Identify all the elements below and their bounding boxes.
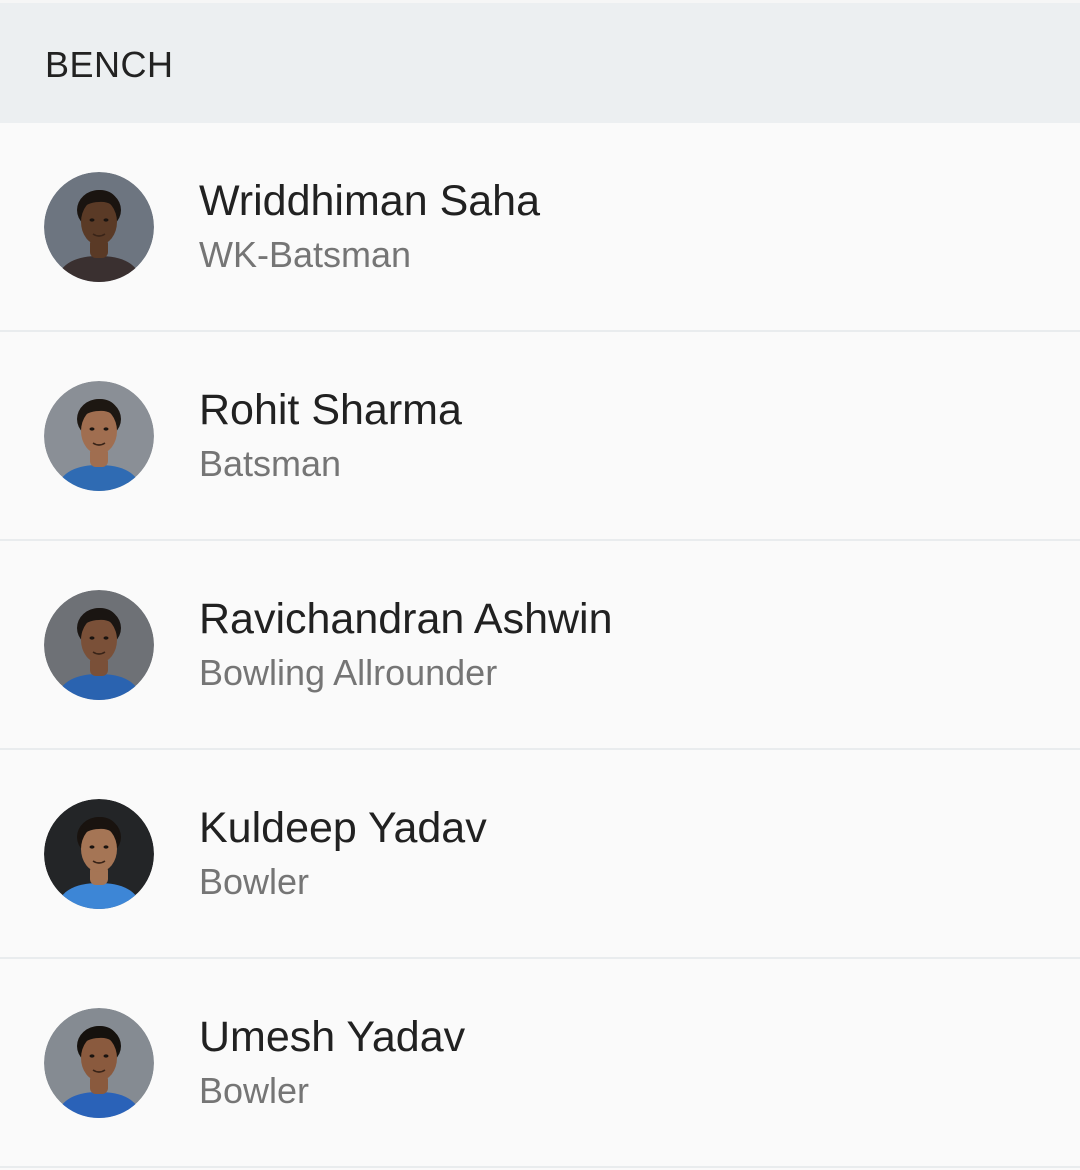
player-portrait — [44, 798, 154, 909]
player-avatar — [44, 1007, 154, 1118]
player-row[interactable]: Umesh Yadav Bowler — [0, 959, 1080, 1168]
player-portrait — [44, 1007, 154, 1118]
player-role: Bowler — [199, 860, 310, 902]
player-name: Kuldeep Yadav — [199, 803, 487, 852]
player-role: Bowling Allrounder — [199, 651, 498, 693]
player-name: Rohit Sharma — [199, 385, 462, 434]
player-portrait — [44, 171, 154, 282]
player-avatar — [44, 798, 154, 909]
player-row[interactable]: Rohit Sharma Batsman — [0, 332, 1080, 541]
player-name: Wriddhiman Saha — [199, 176, 540, 225]
player-avatar — [44, 380, 154, 491]
player-list: Wriddhiman Saha WK-Batsman Rohit Sharma … — [0, 123, 1080, 1168]
player-portrait — [44, 589, 154, 700]
player-role: WK-Batsman — [199, 233, 412, 275]
player-name: Ravichandran Ashwin — [199, 594, 613, 643]
player-role: Batsman — [199, 442, 342, 484]
player-portrait — [44, 380, 154, 491]
player-row[interactable]: Ravichandran Ashwin Bowling Allrounder — [0, 541, 1080, 750]
player-row[interactable]: Kuldeep Yadav Bowler — [0, 750, 1080, 959]
player-name: Umesh Yadav — [199, 1012, 466, 1061]
player-role: Bowler — [199, 1069, 310, 1111]
section-header: BENCH — [0, 0, 1080, 123]
section-title: BENCH — [45, 43, 174, 85]
player-avatar — [44, 171, 154, 282]
player-row[interactable]: Wriddhiman Saha WK-Batsman — [0, 123, 1080, 332]
player-avatar — [44, 589, 154, 700]
